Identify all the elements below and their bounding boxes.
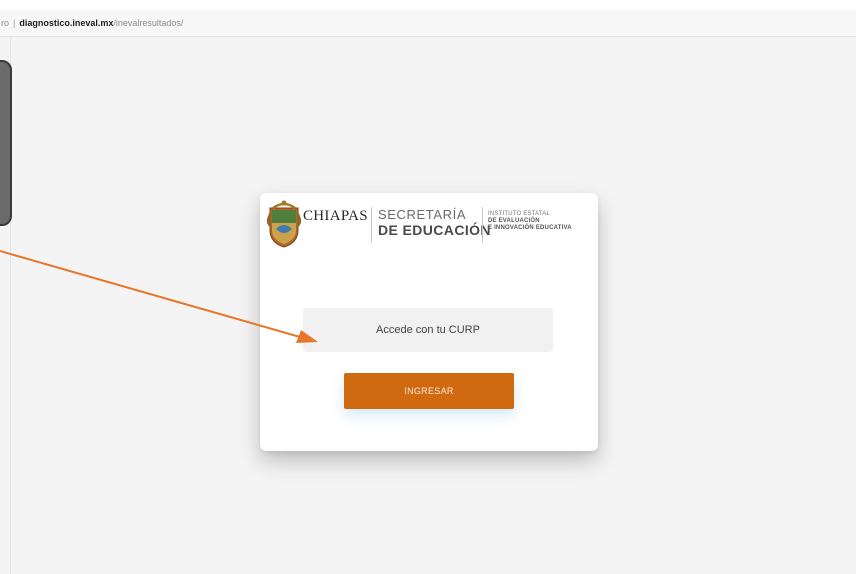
address-separator: | bbox=[13, 18, 16, 28]
instituto-logo-line3: E INNOVACIÓN EDUCATIVA bbox=[488, 225, 572, 231]
window-top-strip bbox=[0, 0, 856, 10]
curp-input[interactable] bbox=[303, 308, 553, 352]
address-bar[interactable]: ro | diagnostico.ineval.mx/inevalresultado… bbox=[0, 10, 856, 37]
annotation-arrow-line bbox=[0, 250, 301, 338]
login-card: CHIAPAS SECRETARÍA DE EDUCACIÓN INSTITUT… bbox=[260, 193, 598, 451]
instituto-logo-line2: DE EVALUACIÓN bbox=[488, 218, 540, 224]
ingresar-button[interactable]: INGRESAR bbox=[344, 373, 514, 409]
secretaria-logo-line1: SECRETARÍA bbox=[378, 207, 467, 222]
side-panel-handle[interactable] bbox=[0, 60, 12, 226]
url-path: /inevalresultados/ bbox=[113, 18, 184, 28]
address-prefix: ro bbox=[1, 18, 10, 28]
logo-divider bbox=[482, 207, 483, 243]
browser-screen: ro | diagnostico.ineval.mx/inevalresultado… bbox=[0, 0, 856, 574]
url-domain: diagnostico.ineval.mx bbox=[19, 18, 114, 28]
chiapas-logo-text: CHIAPAS bbox=[303, 208, 368, 224]
instituto-logo-line1: INSTITUTO ESTATAL bbox=[488, 211, 550, 217]
chiapas-coat-of-arms-icon bbox=[267, 200, 301, 248]
logo-header: CHIAPAS SECRETARÍA DE EDUCACIÓN INSTITUT… bbox=[266, 197, 598, 249]
secretaria-logo-line2: DE EDUCACIÓN bbox=[378, 222, 491, 238]
logo-divider bbox=[371, 207, 372, 243]
